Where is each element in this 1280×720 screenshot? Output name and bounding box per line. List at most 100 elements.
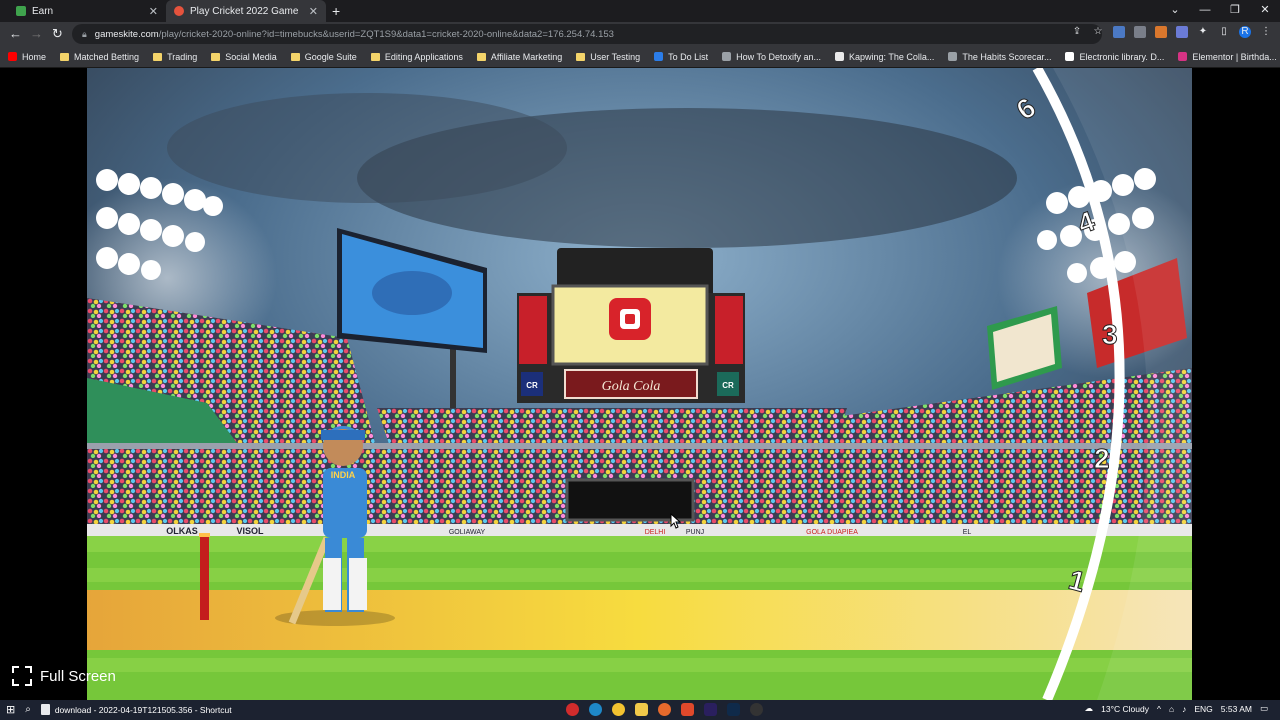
bookmark-label: Editing Applications [384,51,463,62]
bookmark-item[interactable]: The Habits Scorecar... [948,52,1051,62]
earn-favicon-icon [16,6,26,16]
clock[interactable]: 5:53 AM [1221,704,1252,714]
cr-badge-right: CR [722,381,734,390]
library-icon [1065,52,1075,61]
bookmark-label: Google Suite [304,51,357,62]
profile-avatar[interactable]: R [1239,26,1251,38]
network-icon[interactable]: ⌂ [1169,704,1174,714]
gola-cola-billboard-text: Gola Cola [602,379,661,394]
pitch [87,590,1192,650]
cloud-shape [167,93,567,203]
edge-icon[interactable] [589,703,602,716]
bookmark-item[interactable]: Affiliate Marketing [476,51,563,62]
premiere-icon[interactable] [704,703,717,716]
obs-icon[interactable] [750,703,763,716]
tray-chevron-icon[interactable]: ^ [1157,704,1161,714]
bookmark-star-icon[interactable]: ☆ [1092,26,1104,38]
volume-icon[interactable]: ♪ [1182,704,1186,714]
folder-icon [576,52,586,61]
weather-icon[interactable]: ☁ [1085,703,1094,714]
download-item-label: download - 2022-04-19T121505.356 - Short… [54,704,232,715]
gameskite-favicon-icon [174,6,184,16]
hoarding-text: OLKAS [166,526,198,536]
restore-button[interactable]: ❐ [1220,0,1250,22]
bookmark-item[interactable]: Trading [153,52,197,62]
browser-chrome: Earn ✕ Play Cricket 2022 Game ✕ + ⌄ — ❐ … [0,0,1280,68]
address-bar[interactable]: 🔒︎ gameskite.com/play/cricket-2020-onlin… [72,24,1102,44]
hoarding-text: VISOL [236,526,264,536]
search-icon[interactable]: ⌕ [25,704,31,715]
extension-icon[interactable] [1113,26,1125,38]
chrome-icon[interactable] [612,703,625,716]
folder-icon [290,52,300,61]
notification-icon[interactable]: ▭ [1260,703,1268,714]
page-icon [948,52,958,61]
forward-button[interactable]: → [30,26,43,41]
folder-icon [60,52,70,61]
new-tab-button[interactable]: + [332,3,340,19]
photoshop-icon[interactable] [727,703,740,716]
bookmark-item[interactable]: Electronic library. D... [1065,52,1164,62]
weather-text[interactable]: 13°C Cloudy [1101,704,1149,714]
puzzle-icon[interactable]: ✦ [1197,26,1209,38]
firefox-icon[interactable] [658,703,671,716]
tab-strip: Earn ✕ Play Cricket 2022 Game ✕ + ⌄ — ❐ … [0,0,1280,22]
tab-cricket[interactable]: Play Cricket 2022 Game ✕ [166,0,326,22]
extension-icon[interactable] [1176,26,1188,38]
hoarding-text: DELHI [645,529,666,536]
bookmark-item[interactable]: Kapwing: The Colla... [835,52,934,62]
bookmark-item[interactable]: Matched Betting [60,52,139,62]
brave-icon[interactable] [681,703,694,716]
score-marker-3: 3 [1102,319,1118,350]
url-host: gameskite.com [94,28,159,40]
game-scene: 6 4 3 2 1 Gola Cola CR CR INDIA OLKAS VI… [87,68,1192,700]
folder-icon [476,52,486,61]
language-indicator[interactable]: ENG [1194,704,1212,714]
extension-icon[interactable] [1155,26,1167,38]
share-icon[interactable]: ⇪ [1071,26,1083,38]
reload-button[interactable]: ↻ [52,26,63,42]
cricket-game-canvas[interactable]: 6 4 3 2 1 Gola Cola CR CR INDIA OLKAS VI… [87,68,1192,700]
close-icon[interactable]: ✕ [309,5,318,18]
taskbar-download-item[interactable]: download - 2022-04-19T121505.356 - Short… [40,704,232,715]
bookmark-label: Elementor | Birthda... [1192,51,1277,62]
bookmark-item[interactable]: Home [8,52,46,62]
bookmark-item[interactable]: To Do List [654,52,708,62]
lock-icon[interactable]: 🔒︎ [82,29,87,40]
menu-icon[interactable]: ⋮ [1260,26,1272,38]
bookmark-item[interactable]: Editing Applications [370,51,463,62]
file-explorer-icon[interactable] [635,703,648,716]
stand-rail [87,443,1192,449]
bookmark-item[interactable]: Social Media [211,52,277,62]
bookmark-label: Home [22,51,47,62]
fullscreen-label: Full Screen [40,667,116,685]
cr-badge-left: CR [526,381,538,390]
tab-earn-label: Earn [32,5,54,17]
shield-icon[interactable] [1134,26,1146,38]
tab-search-icon[interactable]: ⌄ [1160,0,1190,22]
bookmark-label: The Habits Scorecar... [962,51,1052,62]
minimize-button[interactable]: — [1190,0,1220,22]
windows-taskbar: ⊞ ⌕ download - 2022-04-19T121505.356 - S… [0,700,1280,720]
bottle-icon [715,296,743,364]
opera-icon[interactable] [566,703,579,716]
folder-icon [153,52,163,61]
sidepanel-icon[interactable]: ▯ [1218,26,1230,38]
bookmark-item[interactable]: How To Detoxify an... [722,52,821,62]
bookmark-label: Affiliate Marketing [490,51,563,62]
stumps [199,533,210,620]
bookmark-item[interactable]: Elementor | Birthda... [1178,51,1277,62]
bookmark-label: To Do List [668,51,709,62]
windows-start-icon[interactable]: ⊞ [6,703,15,716]
fullscreen-button[interactable]: Full Screen [12,666,116,686]
bookmark-item[interactable]: Google Suite [290,51,357,62]
close-window-button[interactable]: ✕ [1250,0,1280,22]
hoarding-text: GOLA DUAPIEA [806,529,858,536]
tab-earn[interactable]: Earn ✕ [8,0,166,22]
bookmark-label: How To Detoxify an... [736,51,822,62]
bookmark-item[interactable]: User Testing [576,52,640,62]
close-icon[interactable]: ✕ [149,5,158,18]
todo-icon [654,52,664,61]
hoarding-text: GOLIAWAY [449,529,486,536]
back-button[interactable]: ← [9,26,22,41]
